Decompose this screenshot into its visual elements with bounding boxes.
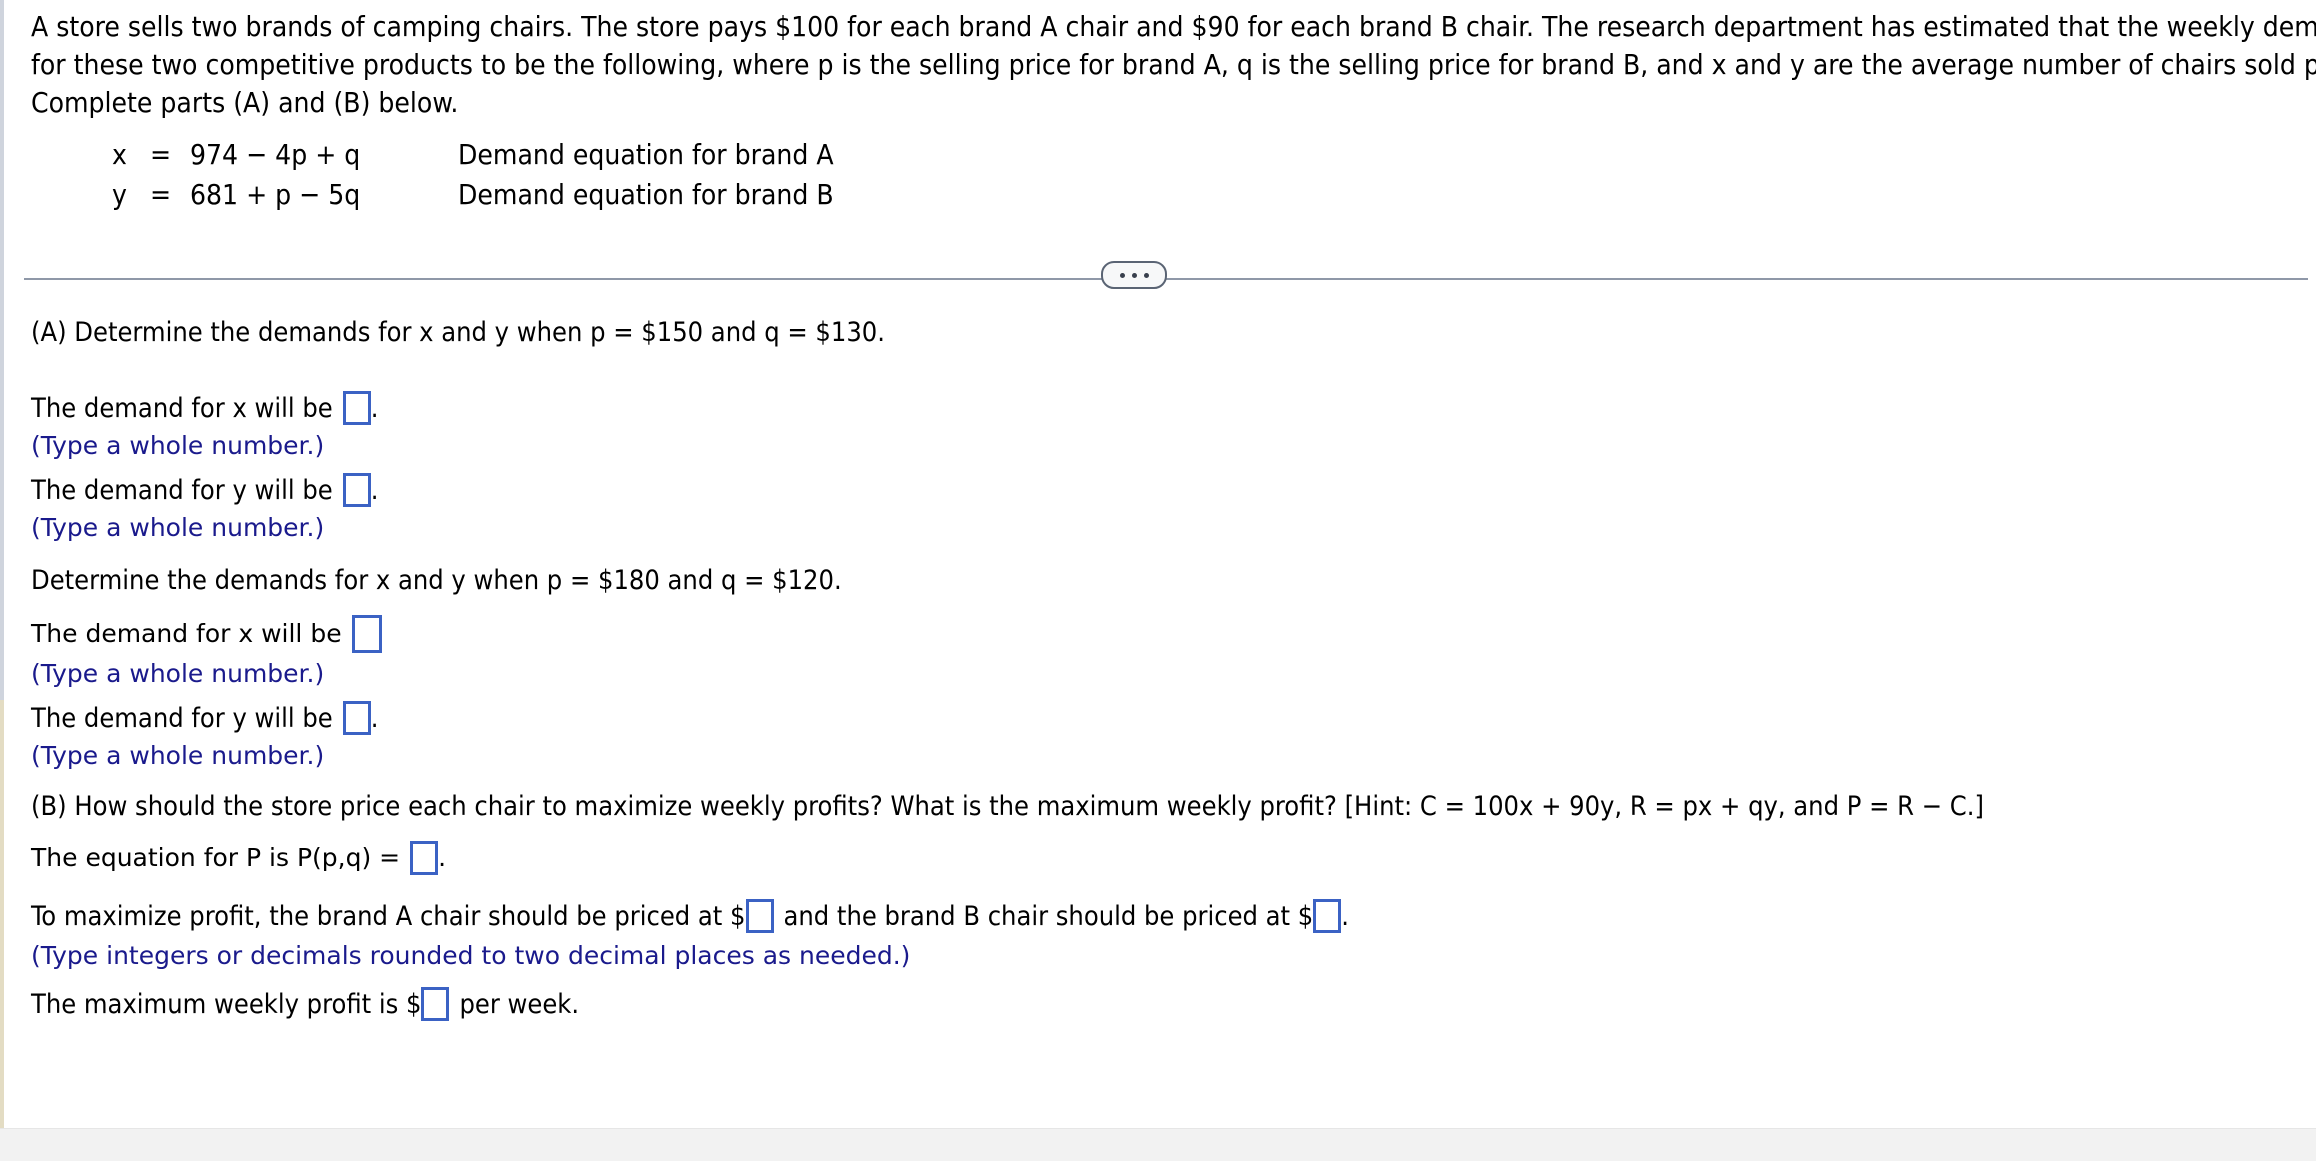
- ellipsis-dot-icon: [1119, 272, 1125, 278]
- part-a-x-hint-2: (Type a whole number.): [31, 659, 325, 688]
- statement-line-3: Complete parts (A) and (B) below.: [31, 86, 459, 119]
- statement-line-1: A store sells two brands of camping chai…: [31, 10, 2316, 43]
- part-a-y-answer-row-2: The demand for y will be .: [31, 700, 2301, 736]
- part-a-x-input-1[interactable]: [342, 391, 371, 425]
- part-b-profit-lead-label: The maximum weekly profit is $: [31, 988, 422, 1020]
- part-b-brand-a-price-input[interactable]: [745, 899, 774, 933]
- part-a-x-answer-row-2: The demand for x will be: [31, 614, 2301, 654]
- equation-rhs-y: 681 + p − 5q: [190, 178, 361, 211]
- equation-rhs-x: 974 − 4p + q: [190, 138, 361, 171]
- more-options-button[interactable]: [1101, 261, 1167, 289]
- part-a-y-input-2[interactable]: [342, 701, 371, 735]
- part-a-x-label-2: The demand for x will be: [31, 619, 342, 648]
- statement-line-2: for these two competitive products to be…: [31, 48, 2316, 81]
- part-b-profit-row: The maximum weekly profit is $ per week.: [31, 984, 2301, 1024]
- part-b-price-hint: (Type integers or decimals rounded to tw…: [31, 941, 911, 970]
- part-a-y-label-1: The demand for y will be: [31, 474, 333, 506]
- part-a-y-label-2: The demand for y will be: [31, 702, 333, 734]
- equation-variable-y: y: [112, 178, 127, 211]
- part-a-y-input-1[interactable]: [342, 473, 371, 507]
- part-a-x-hint-1: (Type a whole number.): [31, 431, 325, 460]
- part-b-price-lead-label: To maximize profit, the brand A chair sh…: [31, 900, 746, 932]
- equation-equals-y: =: [150, 178, 172, 211]
- part-a-y-hint-1: (Type a whole number.): [31, 513, 325, 542]
- part-b-pricing-row: To maximize profit, the brand A chair sh…: [31, 896, 2301, 936]
- part-b-profit-trail-label: per week.: [459, 988, 580, 1020]
- part-a-y-answer-row-1: The demand for y will be .: [31, 472, 2301, 508]
- page-bottom-strip: [0, 1128, 2316, 1161]
- part-a-y-hint-2: (Type a whole number.): [31, 741, 325, 770]
- equation-row-x: x = 974 − 4p + q Demand equation for bra…: [112, 138, 834, 178]
- left-edge-rule-upper: [0, 0, 4, 700]
- equation-label-x: Demand equation for brand A: [458, 138, 834, 171]
- part-b-price-mid-label: and the brand B chair should be priced a…: [783, 900, 1314, 932]
- equation-equals-x: =: [150, 138, 172, 171]
- part-b-equation-label: The equation for P is P(p,q) =: [31, 843, 401, 872]
- equation-row-y: y = 681 + p − 5q Demand equation for bra…: [112, 178, 834, 218]
- left-edge-rule-lower: [0, 700, 4, 1128]
- part-b-profit-input[interactable]: [421, 987, 450, 1021]
- ellipsis-dot-icon: [1143, 272, 1149, 278]
- demand-equations-block: x = 974 − 4p + q Demand equation for bra…: [112, 138, 834, 218]
- part-a-prompt-1: (A) Determine the demands for x and y wh…: [31, 317, 885, 348]
- part-b-equation-row: The equation for P is P(p,q) = .: [31, 838, 2301, 878]
- part-b-price-period: .: [1341, 900, 1349, 932]
- problem-statement: A store sells two brands of camping chai…: [31, 8, 2316, 122]
- part-b-equation-period: .: [438, 843, 447, 872]
- part-a-prompt-2: Determine the demands for x and y when p…: [31, 565, 842, 596]
- answer-area: (A) Determine the demands for x and y wh…: [31, 312, 2301, 1024]
- part-a-y-period-1: .: [370, 474, 379, 506]
- equation-variable-x: x: [112, 138, 127, 171]
- ellipsis-dot-icon: [1131, 272, 1137, 278]
- part-a-y-period-2: .: [370, 702, 379, 734]
- part-a-x-input-2[interactable]: [351, 615, 382, 653]
- equation-label-y: Demand equation for brand B: [458, 178, 834, 211]
- part-b-prompt: (B) How should the store price each chai…: [31, 791, 1984, 822]
- part-b-equation-input[interactable]: [410, 841, 439, 875]
- part-a-x-period-1: .: [370, 392, 379, 424]
- part-a-x-label-1: The demand for x will be: [31, 392, 333, 424]
- part-a-x-answer-row-1: The demand for x will be .: [31, 390, 2301, 426]
- part-b-brand-b-price-input[interactable]: [1313, 899, 1342, 933]
- problem-page: A store sells two brands of camping chai…: [0, 0, 2316, 1161]
